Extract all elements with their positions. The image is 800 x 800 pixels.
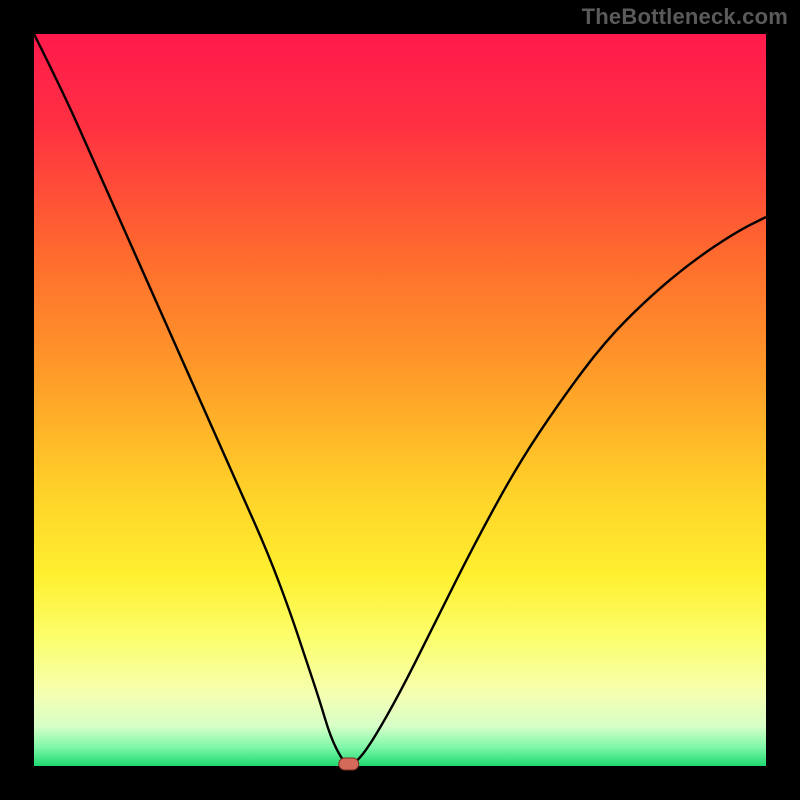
plot-background bbox=[34, 34, 766, 766]
chart-frame: TheBottleneck.com bbox=[0, 0, 800, 800]
min-marker bbox=[339, 758, 359, 770]
bottleneck-chart bbox=[0, 0, 800, 800]
